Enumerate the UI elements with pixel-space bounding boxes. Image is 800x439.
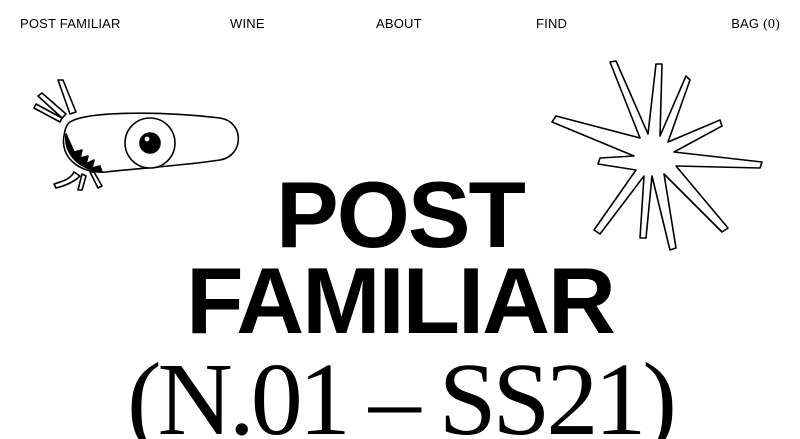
hero-title: POST FAMILIAR (N.01 – SS21): [0, 162, 800, 439]
bag-label: BAG: [731, 16, 760, 31]
page: POST FAMILIAR WINE ABOUT FIND BAG (0) PO…: [0, 0, 800, 439]
top-navigation: POST FAMILIAR WINE ABOUT FIND BAG (0): [20, 16, 780, 34]
nav-item-wine[interactable]: WINE: [230, 16, 265, 31]
hero-line-familiar: FAMILIAR: [186, 248, 616, 353]
hero-line-edition: (N.01 – SS21): [126, 342, 677, 439]
logo-link[interactable]: POST FAMILIAR: [20, 16, 121, 31]
bag-link[interactable]: BAG (0): [731, 16, 780, 33]
hero-line-post: POST: [276, 162, 526, 267]
nav-item-about[interactable]: ABOUT: [376, 16, 422, 31]
nav-item-find[interactable]: FIND: [536, 16, 567, 31]
bag-count: (0): [763, 17, 780, 32]
